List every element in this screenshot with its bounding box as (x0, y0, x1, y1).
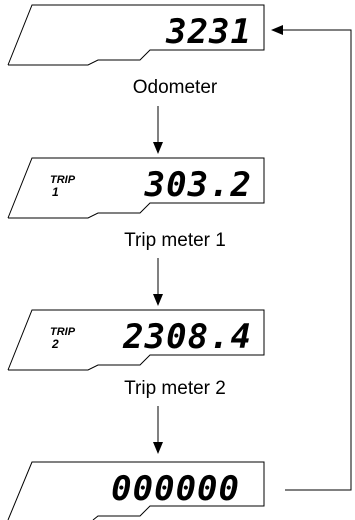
odometer-caption: Odometer (133, 77, 218, 98)
arrow-trip1-to-trip2 (153, 258, 163, 306)
reset-display-reading: 000000 (111, 469, 240, 509)
odometer-display: 3231 (7, 4, 265, 66)
trip-meter-1-caption: Trip meter 1 (124, 230, 226, 251)
trip-meter-1-reading: 303.2 (144, 165, 252, 205)
return-loop-arrow (271, 25, 352, 491)
odometer-reading: 3231 (165, 12, 252, 52)
trip-meter-2-caption: Trip meter 2 (124, 378, 226, 399)
trip-meter-2-reading: 2308.4 (122, 317, 252, 357)
arrow-odometer-to-trip1 (153, 106, 163, 154)
trip-meter-2-display: TRIP 2 2308.4 (7, 309, 265, 371)
arrow-trip2-to-reset (153, 406, 163, 454)
trip-meter-1-badge-number: 1 (52, 185, 59, 199)
trip-meter-1-display: TRIP 1 303.2 (7, 157, 265, 219)
reset-display: 000000 (7, 461, 265, 520)
meter-cycle-diagram: 3231 Odometer TRIP 1 303.2 Trip meter 1 … (7, 4, 352, 520)
trip-meter-2-badge-number: 2 (51, 337, 59, 351)
